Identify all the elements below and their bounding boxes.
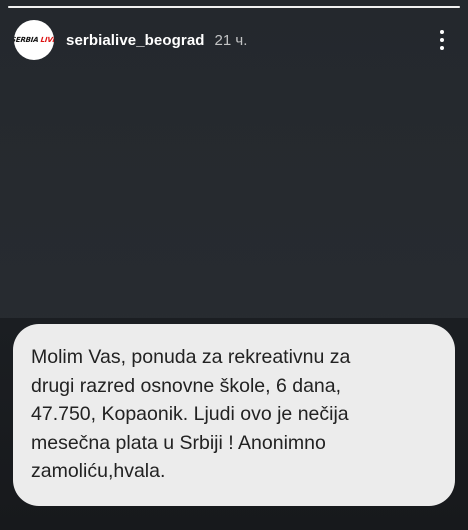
- post-time: 21 ч.: [214, 31, 248, 49]
- brand-logo: SERBIA LIVE: [14, 36, 54, 44]
- username[interactable]: serbialive_beograd: [66, 32, 205, 49]
- more-dot: [440, 38, 444, 42]
- logo-word-live: LIVE: [40, 36, 54, 44]
- story-progress-fill: [8, 6, 460, 8]
- avatar[interactable]: SERBIA LIVE: [14, 20, 54, 60]
- message-bubble: Molim Vas, ponuda za rekreativnu za drug…: [13, 324, 455, 506]
- more-dot: [440, 46, 444, 50]
- story-header: SERBIA LIVE serbialive_beograd 21 ч.: [14, 20, 454, 60]
- message-text: Molim Vas, ponuda za rekreativnu za drug…: [31, 346, 351, 482]
- logo-word-serbia: SERBIA: [14, 36, 39, 44]
- more-dot: [440, 30, 444, 34]
- story-viewer[interactable]: SERBIA LIVE serbialive_beograd 21 ч. Mol…: [0, 0, 468, 530]
- more-vertical-icon[interactable]: [430, 20, 454, 60]
- story-progress-bar: [8, 6, 460, 8]
